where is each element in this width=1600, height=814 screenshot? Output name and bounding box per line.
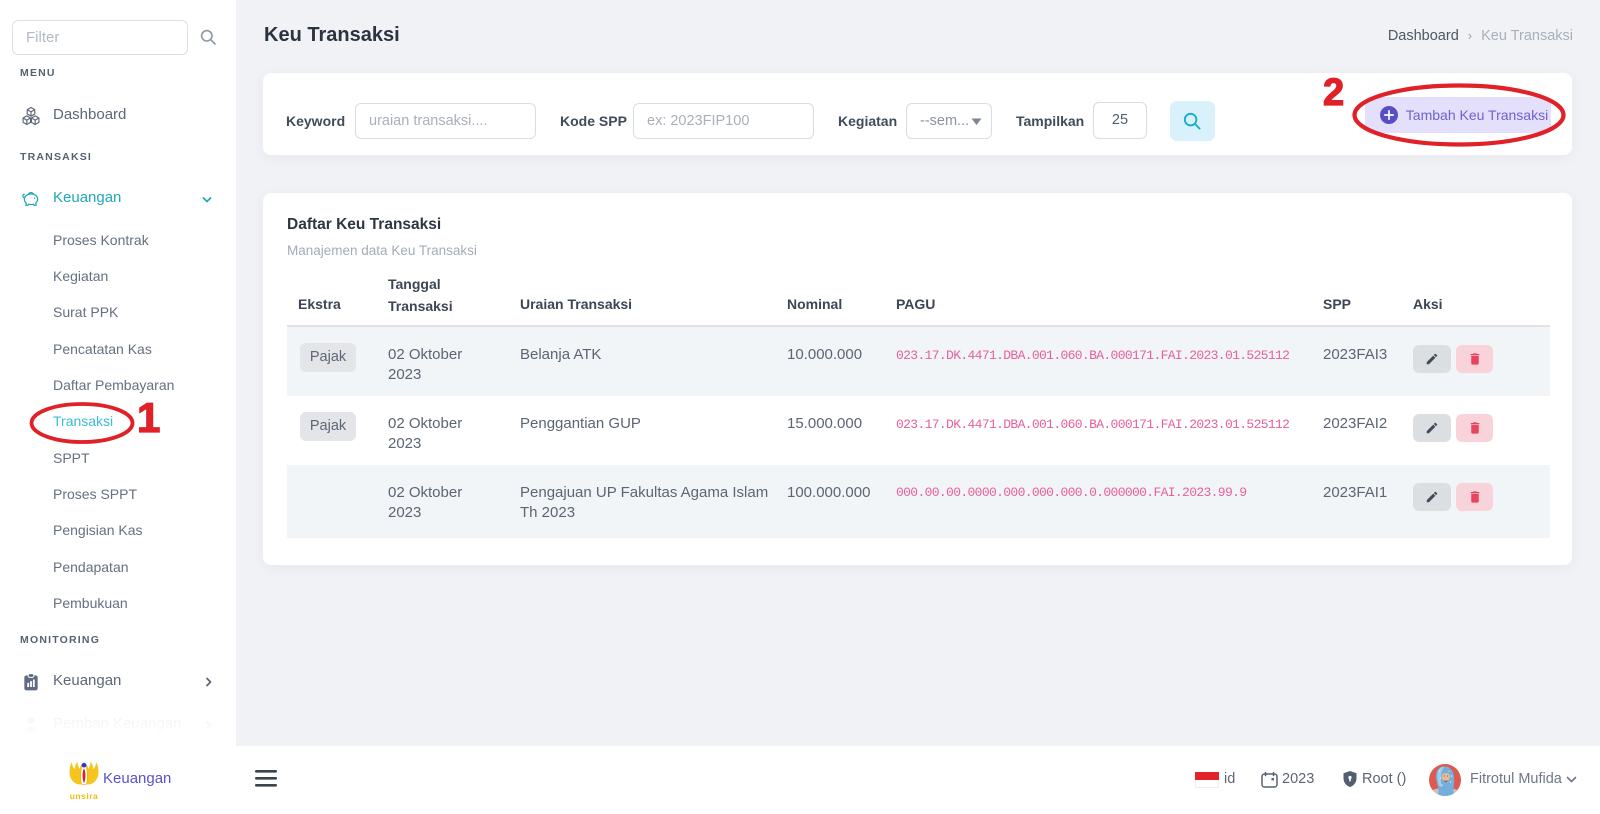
svg-text:unsira: unsira — [70, 792, 98, 801]
